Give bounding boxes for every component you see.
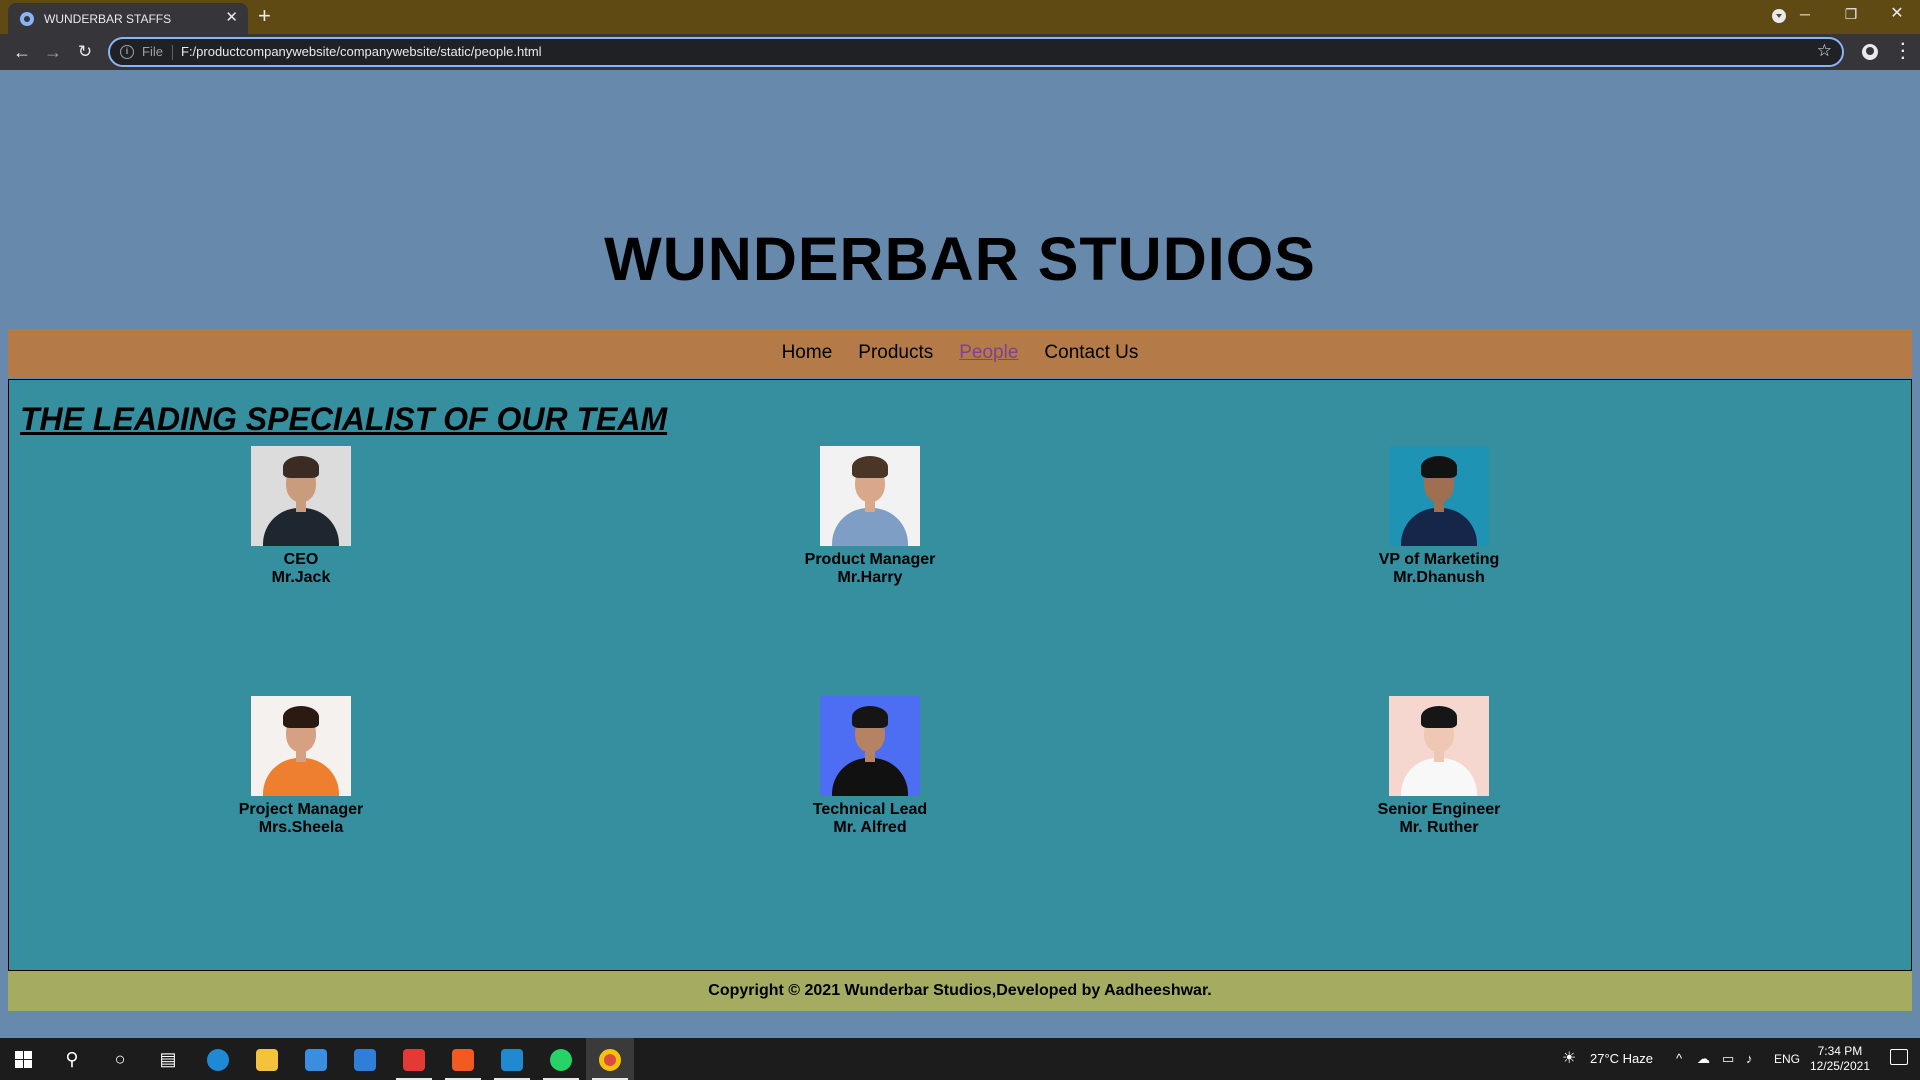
browser-toolbar: ← → ↻ i File F:/productcompanywebsite/co… <box>0 34 1920 70</box>
member-role: Project Manager <box>238 801 364 818</box>
member-role: CEO <box>283 551 319 568</box>
page-footer: Copyright © 2021 Wunderbar Studios,Devel… <box>8 971 1912 1011</box>
member-photo <box>820 446 920 546</box>
member-card: VP of Marketing Mr.Dhanush <box>1319 446 1559 587</box>
member-name: Mr. Ruther <box>1399 819 1479 836</box>
address-bar[interactable]: i File F:/productcompanywebsite/companyw… <box>108 37 1844 67</box>
info-icon[interactable]: i <box>120 45 134 59</box>
search-icon[interactable]: ⚲ <box>48 1038 96 1080</box>
menu-dots-icon[interactable]: · · · <box>1901 37 1906 67</box>
clock-date: 12/25/2021 <box>1809 1059 1870 1073</box>
weather-text[interactable]: 27°C Haze <box>1590 1038 1653 1080</box>
member-name: Mr.Harry <box>837 569 903 586</box>
windows-taskbar: ⚲ ○ ▤ ☀ 27°C Haze ^ ☁ ▭ ♪ ENG 7:34 PM 12… <box>0 1038 1920 1080</box>
bookmark-star-icon[interactable]: ☆ <box>1817 41 1832 61</box>
team-section: THE LEADING SPECIALIST OF OUR TEAM CEO M… <box>8 379 1912 971</box>
window-close-button[interactable]: ✕ <box>1874 0 1920 30</box>
chrome-app-icon[interactable] <box>586 1038 634 1080</box>
url-text[interactable]: F:/productcompanywebsite/companywebsite/… <box>181 44 542 59</box>
member-card: CEO Mr.Jack <box>181 446 421 587</box>
nav-link-people[interactable]: People <box>959 342 1018 364</box>
member-role: Product Manager <box>804 551 936 568</box>
start-button[interactable] <box>0 1038 48 1080</box>
nav-link-home[interactable]: Home <box>782 342 833 364</box>
windows-logo-icon <box>15 1051 32 1068</box>
member-name: Mr.Jack <box>271 569 331 586</box>
volume-icon[interactable]: ♪ <box>1746 1038 1753 1080</box>
member-photo <box>251 446 351 546</box>
vivaldi-app-icon[interactable] <box>390 1038 438 1080</box>
system-clock[interactable]: 7:34 PM 12/25/2021 <box>1810 1044 1870 1074</box>
mail-app-icon[interactable] <box>341 1038 389 1080</box>
weather-icon[interactable]: ☀ <box>1562 1038 1576 1080</box>
reload-icon[interactable]: ↻ <box>73 40 97 64</box>
task-view-icon[interactable]: ▤ <box>144 1038 192 1080</box>
favicon-icon <box>20 12 34 26</box>
member-name: Mr. Alfred <box>833 819 907 836</box>
profile-icon[interactable] <box>1862 44 1878 60</box>
address-separator <box>172 45 173 60</box>
member-card: Project Manager Mrs.Sheela <box>181 696 421 837</box>
tab-title: WUNDERBAR STAFFS <box>44 12 172 26</box>
site-title: WUNDERBAR STUDIOS <box>604 225 1316 293</box>
nav-link-products[interactable]: Products <box>858 342 933 364</box>
member-photo <box>1389 696 1489 796</box>
language-indicator[interactable]: ENG <box>1774 1038 1800 1080</box>
browser-tab-strip: WUNDERBAR STAFFS ✕ + ─ ❐ ✕ <box>0 0 1920 34</box>
browser-tab[interactable]: WUNDERBAR STAFFS ✕ <box>8 3 248 34</box>
member-card: Senior Engineer Mr. Ruther <box>1319 696 1559 837</box>
member-role: Senior Engineer <box>1377 801 1501 818</box>
edge-app-icon[interactable] <box>194 1038 242 1080</box>
network-icon[interactable]: ▭ <box>1722 1038 1734 1080</box>
nav-link-contact-us[interactable]: Contact Us <box>1044 342 1138 364</box>
page-viewport: WUNDERBAR STUDIOS Home Products People C… <box>0 70 1920 1038</box>
member-name: Mrs.Sheela <box>258 819 344 836</box>
member-role: VP of Marketing <box>1378 551 1500 568</box>
member-name: Mr.Dhanush <box>1393 569 1485 586</box>
file-explorer-icon[interactable] <box>243 1038 291 1080</box>
member-photo <box>820 696 920 796</box>
member-card: Product Manager Mr.Harry <box>750 446 990 587</box>
member-card: Technical Lead Mr. Alfred <box>750 696 990 837</box>
team-heading: THE LEADING SPECIALIST OF OUR TEAM <box>20 401 668 437</box>
notification-icon[interactable] <box>1890 1049 1908 1065</box>
url-scheme-label: File <box>142 44 163 59</box>
clock-time: 7:34 PM <box>1817 1044 1863 1058</box>
copyright-text: Copyright © 2021 Wunderbar Studios,Devel… <box>708 982 1212 999</box>
onedrive-icon[interactable]: ☁ <box>1697 1038 1710 1080</box>
vscode-app-icon[interactable] <box>488 1038 536 1080</box>
store-app-icon[interactable] <box>292 1038 340 1080</box>
member-photo <box>251 696 351 796</box>
tab-close-icon[interactable]: ✕ <box>225 9 238 27</box>
member-photo <box>1389 446 1489 546</box>
forward-arrow-icon[interactable]: → <box>41 40 65 64</box>
whatsapp-app-icon[interactable] <box>537 1038 585 1080</box>
cortana-icon[interactable]: ○ <box>96 1038 144 1080</box>
window-restore-button[interactable]: ❐ <box>1828 0 1874 30</box>
brave-app-icon[interactable] <box>439 1038 487 1080</box>
window-minimize-button[interactable]: ─ <box>1782 0 1828 30</box>
tray-chevron-icon[interactable]: ^ <box>1676 1038 1682 1080</box>
main-navbar: Home Products People Contact Us <box>8 329 1912 378</box>
new-tab-button[interactable]: + <box>258 4 271 28</box>
back-arrow-icon[interactable]: ← <box>10 40 34 64</box>
member-role: Technical Lead <box>812 801 928 818</box>
